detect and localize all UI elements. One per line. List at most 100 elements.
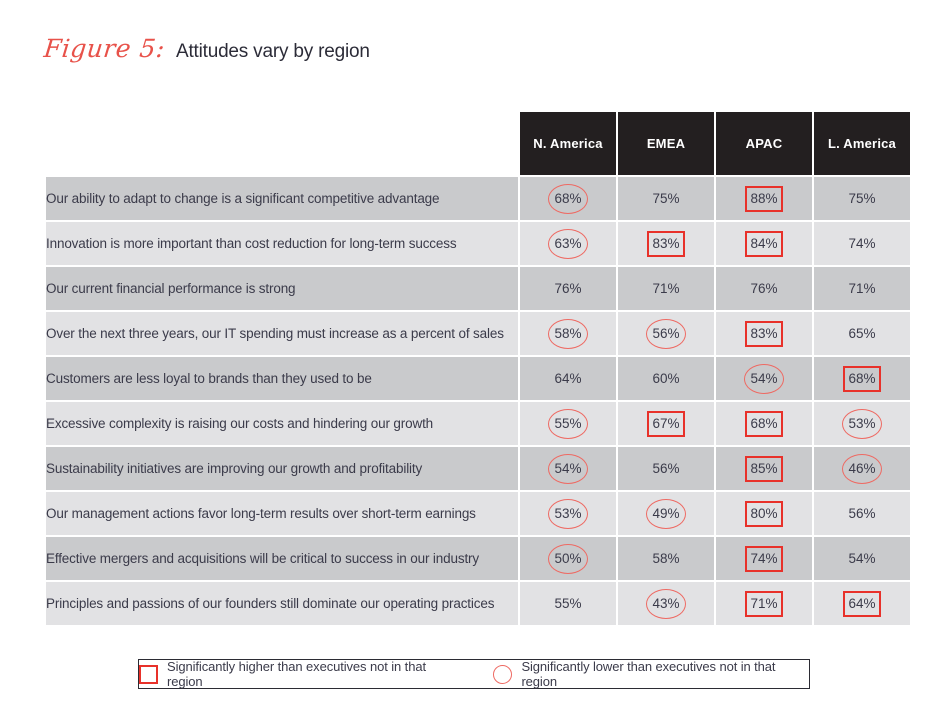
- table-row: Principles and passions of our founders …: [46, 582, 910, 625]
- value-higher-marker: 83%: [745, 320, 783, 347]
- value-cell: 46%: [814, 447, 910, 490]
- value-cell: 65%: [814, 312, 910, 355]
- value-higher-marker: 80%: [745, 500, 783, 527]
- value-lower-marker: 63%: [548, 228, 588, 259]
- value-plain: 55%: [554, 595, 582, 611]
- value-cell: 67%: [618, 402, 714, 445]
- value-cell: 58%: [520, 312, 616, 355]
- value-cell: 49%: [618, 492, 714, 535]
- value-plain: 54%: [848, 550, 876, 566]
- value-cell: 74%: [716, 537, 812, 580]
- legend-label-higher: Significantly higher than executives not…: [167, 659, 426, 689]
- value-cell: 85%: [716, 447, 812, 490]
- square-marker-icon: [139, 664, 158, 684]
- figure-number-label: Figure 5:: [42, 34, 167, 63]
- table-body: Our ability to adapt to change is a sign…: [46, 177, 910, 625]
- value-plain: 64%: [554, 370, 582, 386]
- table-row: Sustainability initiatives are improving…: [46, 447, 910, 490]
- value-lower-marker: 50%: [548, 543, 588, 574]
- value-lower-marker: 43%: [646, 588, 686, 619]
- column-header-emea: EMEA: [618, 112, 714, 175]
- statement-label: Excessive complexity is raising our cost…: [46, 402, 518, 445]
- page-title: Attitudes vary by region: [175, 41, 370, 62]
- value-cell: 64%: [814, 582, 910, 625]
- value-cell: 60%: [618, 357, 714, 400]
- statement-label: Our management actions favor long-term r…: [46, 492, 518, 535]
- value-higher-marker: 83%: [647, 230, 685, 257]
- value-lower-marker: 46%: [842, 453, 882, 484]
- statement-label: Effective mergers and acquisitions will …: [46, 537, 518, 580]
- value-higher-marker: 84%: [745, 230, 783, 257]
- value-cell: 71%: [716, 582, 812, 625]
- value-lower-marker: 58%: [548, 318, 588, 349]
- value-cell: 54%: [814, 537, 910, 580]
- value-higher-marker: 85%: [745, 455, 783, 482]
- value-cell: 54%: [520, 447, 616, 490]
- table-row: Customers are less loyal to brands than …: [46, 357, 910, 400]
- value-lower-marker: 54%: [548, 453, 588, 484]
- value-lower-marker: 49%: [646, 498, 686, 529]
- table-header-row: N. America EMEA APAC L. America: [46, 112, 910, 175]
- table-header: N. America EMEA APAC L. America: [46, 112, 910, 175]
- statement-label: Innovation is more important than cost r…: [46, 222, 518, 265]
- legend-item-lower: Significantly lower than executives not …: [493, 659, 809, 689]
- value-cell: 75%: [814, 177, 910, 220]
- value-cell: 56%: [814, 492, 910, 535]
- value-higher-marker: 74%: [745, 545, 783, 572]
- value-lower-marker: 55%: [548, 408, 588, 439]
- value-higher-marker: 68%: [843, 365, 881, 392]
- value-higher-marker: 67%: [647, 410, 685, 437]
- legend: Significantly higher than executives not…: [138, 659, 810, 689]
- value-cell: 53%: [520, 492, 616, 535]
- value-lower-marker: 53%: [842, 408, 882, 439]
- value-lower-marker: 56%: [646, 318, 686, 349]
- value-cell: 68%: [716, 402, 812, 445]
- value-cell: 64%: [520, 357, 616, 400]
- statement-label: Our current financial performance is str…: [46, 267, 518, 310]
- column-header-l-america: L. America: [814, 112, 910, 175]
- figure-heading: Figure 5: Attitudes vary by region: [42, 34, 370, 63]
- value-cell: 88%: [716, 177, 812, 220]
- value-cell: 68%: [520, 177, 616, 220]
- statement-label: Customers are less loyal to brands than …: [46, 357, 518, 400]
- legend-label-lower: Significantly lower than executives not …: [521, 659, 776, 689]
- value-cell: 53%: [814, 402, 910, 445]
- table-row: Our management actions favor long-term r…: [46, 492, 910, 535]
- column-header-n-america: N. America: [520, 112, 616, 175]
- value-cell: 55%: [520, 402, 616, 445]
- value-cell: 83%: [716, 312, 812, 355]
- table-row: Effective mergers and acquisitions will …: [46, 537, 910, 580]
- value-plain: 56%: [652, 460, 680, 476]
- table-row: Excessive complexity is raising our cost…: [46, 402, 910, 445]
- value-cell: 71%: [618, 267, 714, 310]
- statement-label: Over the next three years, our IT spendi…: [46, 312, 518, 355]
- value-higher-marker: 68%: [745, 410, 783, 437]
- value-plain: 74%: [848, 235, 876, 251]
- value-plain: 58%: [652, 550, 680, 566]
- value-plain: 56%: [848, 505, 876, 521]
- value-cell: 50%: [520, 537, 616, 580]
- value-cell: 58%: [618, 537, 714, 580]
- statement-label: Our ability to adapt to change is a sign…: [46, 177, 518, 220]
- value-lower-marker: 68%: [548, 183, 588, 214]
- column-header-apac: APAC: [716, 112, 812, 175]
- value-higher-marker: 64%: [843, 590, 881, 617]
- value-cell: 71%: [814, 267, 910, 310]
- value-plain: 76%: [750, 280, 778, 296]
- value-plain: 60%: [652, 370, 680, 386]
- value-cell: 68%: [814, 357, 910, 400]
- value-cell: 83%: [618, 222, 714, 265]
- value-plain: 71%: [652, 280, 680, 296]
- value-plain: 75%: [652, 190, 680, 206]
- circle-marker-icon: [493, 664, 513, 684]
- value-cell: 75%: [618, 177, 714, 220]
- value-cell: 43%: [618, 582, 714, 625]
- value-cell: 84%: [716, 222, 812, 265]
- value-cell: 63%: [520, 222, 616, 265]
- table-row: Our ability to adapt to change is a sign…: [46, 177, 910, 220]
- data-table: N. America EMEA APAC L. America Our abil…: [44, 110, 912, 627]
- header-spacer-cell: [46, 112, 518, 175]
- value-plain: 76%: [554, 280, 582, 296]
- value-plain: 65%: [848, 325, 876, 341]
- value-lower-marker: 53%: [548, 498, 588, 529]
